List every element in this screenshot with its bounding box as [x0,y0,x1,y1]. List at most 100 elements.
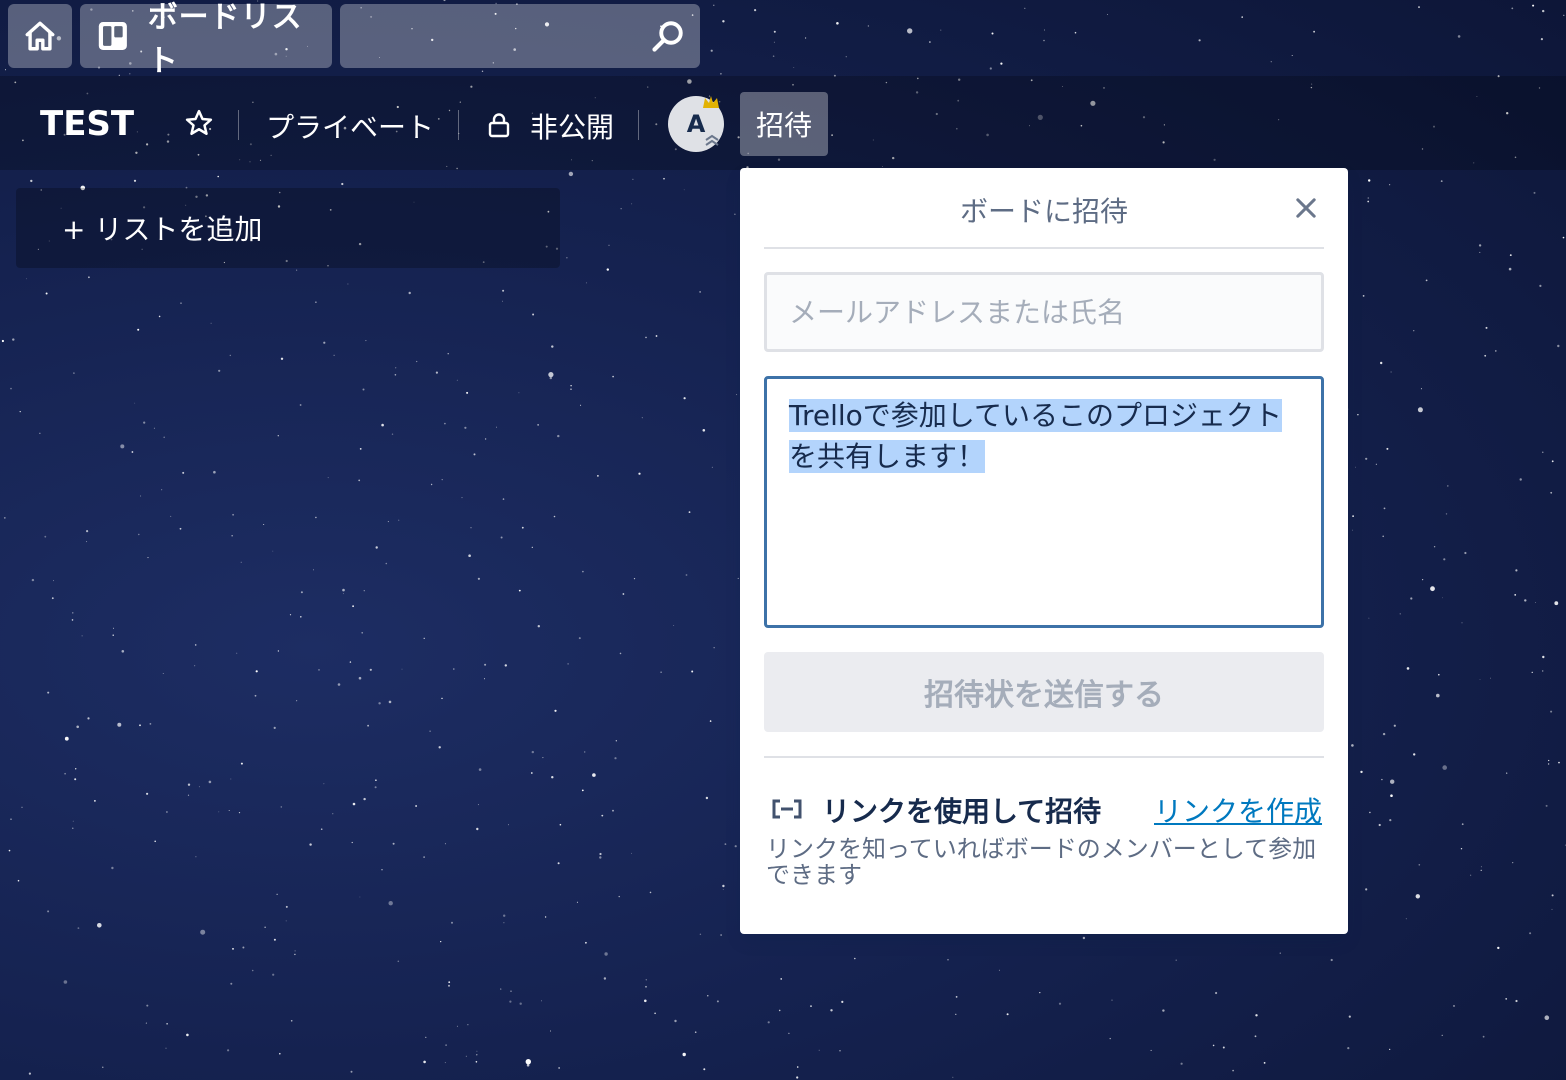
invite-message-textarea[interactable]: Trelloで参加しているこのプロジェクト を共有します！ [764,376,1324,628]
star [208,780,212,784]
star [333,354,335,356]
star [230,982,233,985]
link-icon [772,799,802,819]
star [570,385,572,387]
star [86,530,89,533]
star [1355,466,1356,468]
star [465,1055,467,1057]
star [44,535,47,538]
star [1039,992,1041,994]
star [955,1013,957,1015]
star [117,722,122,727]
star [179,527,182,530]
send-invitation-button[interactable]: 招待状を送信する [764,652,1324,732]
close-icon[interactable] [1292,194,1320,222]
star [194,644,197,646]
invite-button[interactable]: 招待 [740,92,828,156]
star [448,984,450,987]
privacy-button[interactable]: 非公開 [530,106,614,146]
star [1382,535,1384,538]
star [531,546,533,548]
star [313,569,314,571]
star [72,820,74,822]
star [323,341,326,344]
star [1533,191,1536,194]
star-button[interactable] [184,108,214,142]
star [601,814,604,817]
star [504,664,507,667]
star [1367,200,1370,203]
star [551,776,554,779]
divider [238,110,239,140]
star [272,973,275,976]
star [1111,999,1113,1001]
popover-title: ボードに招待 [959,195,1128,228]
star [1279,952,1281,954]
star [97,923,102,928]
star [240,561,242,563]
star [425,1036,427,1038]
add-list-button[interactable]: + リストを追加 [16,188,560,268]
star [839,1050,841,1052]
star-icon [185,109,213,135]
board-title[interactable]: TEST [40,104,134,144]
star [475,1061,478,1063]
star [63,980,68,984]
star [551,345,554,348]
star [358,676,362,680]
star [707,995,709,997]
star [388,700,392,704]
star [1368,617,1370,619]
star [94,800,96,802]
star [703,1068,706,1071]
star [778,1009,781,1012]
star [147,557,149,559]
search-icon[interactable] [650,18,686,54]
star [381,423,384,427]
star [1550,491,1553,494]
star [1547,763,1550,765]
star [1352,529,1353,531]
star [445,1044,447,1046]
divider [764,756,1324,758]
star [28,1072,31,1075]
star [186,1033,189,1037]
star [388,901,393,906]
star [645,336,647,339]
star [691,670,694,673]
star [227,1049,230,1052]
star [327,477,329,479]
star [1480,869,1482,871]
star [1254,1035,1257,1038]
star [1381,778,1383,781]
star [166,1023,168,1025]
star [438,746,441,749]
team-visibility-button[interactable]: プライベート [266,106,434,146]
star [1180,1062,1183,1065]
star [548,372,554,378]
star [352,802,356,806]
create-link-button[interactable]: リンクを作成 [1154,790,1322,830]
star [952,1076,954,1078]
star [531,750,534,754]
star [622,593,625,595]
boards-icon [98,21,127,51]
email-field[interactable] [764,272,1324,352]
home-button[interactable] [8,4,72,68]
star [255,670,258,673]
star [102,1066,104,1068]
star [716,1000,719,1003]
search-input[interactable] [340,4,700,68]
star [1405,918,1407,920]
star [1445,513,1448,515]
star [71,619,74,621]
star [290,1020,293,1022]
lock-icon [488,113,510,138]
star [1460,848,1463,850]
star [113,627,114,629]
boards-button[interactable]: ボードリスト [80,0,332,79]
star [395,367,397,369]
avatar[interactable]: A [668,96,724,152]
star [369,668,372,671]
star [470,527,472,529]
